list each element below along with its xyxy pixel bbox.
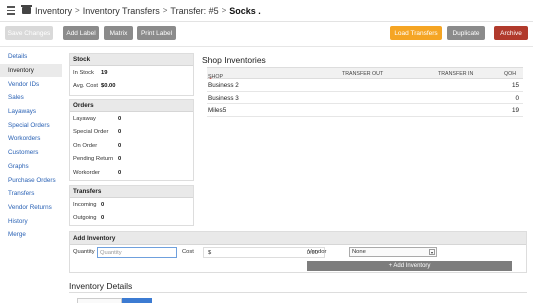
inventory-details-title: Inventory Details [69,281,133,291]
quantity-input[interactable]: Quantity [97,247,177,258]
add-inventory-button[interactable]: + Add Inventory [307,261,512,271]
table-row: Business 3 0 [207,92,523,105]
load-transfers-button[interactable]: Load Transfers [390,26,442,40]
outgoing-value: 0 [101,215,105,222]
pending-return-label: Pending Return [73,156,114,163]
on-order-label: On Order [73,142,98,149]
special-order-value: 0 [118,129,122,136]
list-item: Special Order 0 [70,126,193,140]
breadcrumb-item-transfer[interactable]: Transfer: #5 [170,6,218,16]
workorder-value: 0 [118,169,122,176]
table-row: Business 2 15 [207,79,523,92]
sidebar-item-purchase-orders[interactable]: Purchase Orders [0,173,62,187]
archive-button[interactable]: Archive [494,26,528,40]
sidebar-item-workorders[interactable]: Workorders [0,132,62,146]
vendor-selected-value: None [352,249,366,255]
breadcrumb-separator-icon: > [221,6,227,15]
vendor-label: Vendor [308,249,327,255]
shop-name: Business 3 [208,94,239,102]
inventory-box-icon [21,5,32,14]
qoh-value: 0 [515,94,519,102]
qoh-value: 15 [511,82,519,89]
matrix-button[interactable]: Matrix [104,26,133,40]
transfer-in-column-header: Transfer In [438,71,474,77]
breadcrumb-item-inventory[interactable]: Inventory [35,6,72,16]
table-header: ⌄ Shop Transfer Out Transfer In QOH [207,67,523,81]
qoh-column-header: QOH [504,71,517,77]
divider [69,292,527,293]
shop-name: Miles5 [208,107,227,115]
shop-inventories-table: ⌄ Shop Transfer Out Transfer In QOH Busin… [207,67,523,118]
breadcrumb-separator-icon: > [162,6,168,15]
cost-label: Cost [182,249,194,255]
workorder-label: Workorder [73,169,100,176]
quantity-label: Quantity [73,249,95,255]
list-item: Workorder 0 [70,166,193,180]
stock-panel-title: Stock [70,54,193,66]
list-item: On Order 0 [70,139,193,153]
table-row: Miles5 19 [207,104,523,118]
qoh-value: 19 [511,107,519,115]
sidebar-item-layaways[interactable]: Layaways [0,105,62,119]
inventory-details-tab-active[interactable] [122,298,152,303]
inventory-details-tab[interactable] [77,298,122,303]
chevron-down-icon: ▾ [429,249,435,255]
shop-inventories-title: Shop Inventories [202,55,266,65]
sidebar-item-sales[interactable]: Sales [0,91,62,105]
layaway-label: Layaway [73,115,96,122]
incoming-label: Incoming [73,201,97,208]
vendor-select[interactable]: None ▾ [349,247,437,257]
sidebar: Details Inventory Vendor IDs Sales Layaw… [0,50,62,242]
save-changes-button[interactable]: Save Changes [5,26,53,40]
sidebar-item-details[interactable]: Details [0,50,62,64]
outgoing-label: Outgoing [73,215,97,222]
add-inventory-form: Quantity Quantity Cost $ 0.00 Vendor Non… [70,246,526,259]
transfers-panel-title: Transfers [70,186,193,198]
toolbar: Save Changes Add Label Matrix Print Labe… [0,26,533,42]
add-label-button[interactable]: Add Label [63,26,99,40]
in-stock-label: In Stock [73,69,94,76]
sidebar-item-customers[interactable]: Customers [0,146,62,160]
page-title: Socks . [229,5,261,16]
list-item: Outgoing 0 [70,212,193,226]
sidebar-item-vendor-returns[interactable]: Vendor Returns [0,201,62,215]
sidebar-item-history[interactable]: History [0,214,62,228]
pending-return-value: 0 [118,156,122,163]
list-item: Pending Return 0 [70,153,193,167]
sidebar-item-vendor-ids[interactable]: Vendor IDs [0,77,62,91]
sidebar-item-inventory[interactable]: Inventory [0,63,62,78]
avg-cost-row: Avg. Cost $0.00 [70,80,193,94]
special-order-label: Special Order [73,129,109,136]
breadcrumb-separator-icon: > [75,6,80,15]
divider [0,46,533,47]
sidebar-item-transfers[interactable]: Transfers [0,187,62,201]
in-stock-value: 19 [101,69,108,76]
avg-cost-label: Avg. Cost [73,83,99,90]
duplicate-button[interactable]: Duplicate [447,26,485,40]
breadcrumb-item-inventory-transfers[interactable]: Inventory Transfers [83,6,160,16]
on-order-value: 0 [118,142,122,149]
currency-symbol: $ [208,250,212,256]
sidebar-item-merge[interactable]: Merge [0,228,62,242]
layaway-value: 0 [118,115,122,122]
orders-panel: Orders Layaway 0 Special Order 0 On Orde… [69,99,194,181]
sidebar-item-special-orders[interactable]: Special Orders [0,118,62,132]
transfer-out-column-header: Transfer Out [342,71,384,77]
menu-icon[interactable] [0,0,22,22]
add-inventory-title: Add Inventory [70,232,526,245]
shop-name: Business 2 [208,82,239,89]
print-label-button[interactable]: Print Label [137,26,176,40]
list-item: Layaway 0 [70,112,193,126]
orders-panel-title: Orders [70,100,193,112]
incoming-value: 0 [101,201,105,208]
cost-input[interactable]: $ 0.00 [203,247,325,258]
breadcrumb: Inventory > Inventory Transfers > Transf… [21,5,261,16]
avg-cost-value: $0.00 [101,83,116,90]
transfers-panel: Transfers Incoming 0 Outgoing 0 [69,185,194,226]
stock-panel: Stock In Stock 19 Avg. Cost $0.00 [69,53,194,96]
top-bar: Inventory > Inventory Transfers > Transf… [0,0,533,22]
list-item: Incoming 0 [70,198,193,212]
sidebar-item-graphs[interactable]: Graphs [0,160,62,174]
in-stock-row: In Stock 19 [70,66,193,80]
